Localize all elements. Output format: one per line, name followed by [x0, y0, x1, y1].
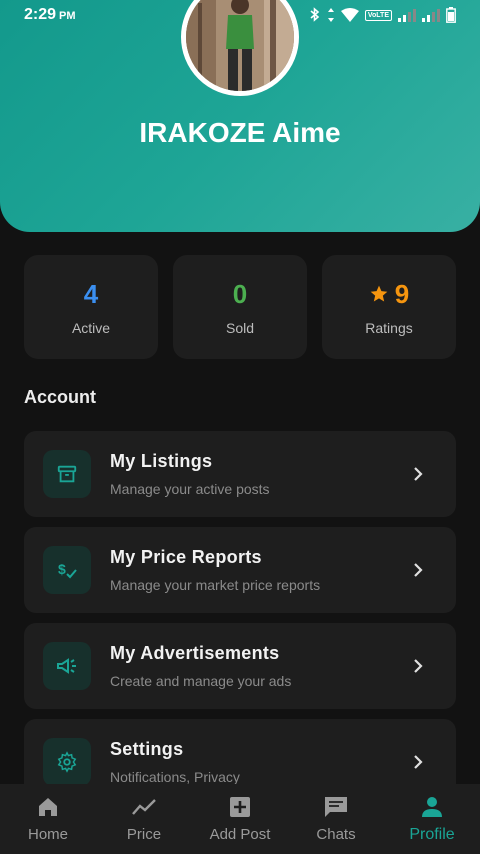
stat-ratings-row: 9: [369, 279, 409, 310]
status-icons: VoLTE: [309, 7, 456, 23]
account-section-title: Account: [24, 387, 96, 407]
nav-home-label: Home: [27, 826, 68, 843]
stat-card-ratings[interactable]: 9 Ratings: [322, 255, 456, 359]
nav-price-label: Price: [126, 826, 162, 843]
menu-item-my-price-reports[interactable]: $ My Price Reports Manage your market pr…: [24, 527, 456, 613]
menu-subtitle: Manage your market price reports: [110, 577, 321, 593]
stat-active-label: Active: [71, 319, 111, 336]
bluetooth-icon: [310, 7, 320, 22]
stat-card-active[interactable]: 4 Active: [24, 255, 158, 359]
price-check-icon: $: [43, 546, 91, 594]
nav-price[interactable]: Price: [96, 784, 192, 854]
data-arrows-icon: [327, 8, 334, 22]
wifi-icon: [340, 8, 359, 22]
trending-line-icon: [132, 799, 156, 815]
battery-icon: [446, 7, 456, 23]
menu-subtitle: Manage your active posts: [110, 481, 270, 497]
chat-bubble-icon: [325, 797, 347, 817]
stat-card-sold[interactable]: 0 Sold: [173, 255, 307, 359]
nav-home[interactable]: Home: [0, 784, 96, 854]
menu-item-my-advertisements[interactable]: My Advertisements Create and manage your…: [24, 623, 456, 709]
stats-row: 4 Active 0 Sold 9 Ratings: [24, 255, 456, 359]
home-icon: [39, 798, 57, 816]
time-text: 2:29: [24, 6, 57, 23]
star-icon: [370, 285, 388, 302]
nav-chats-label: Chats: [316, 826, 356, 843]
avatar-photo: [186, 0, 294, 91]
nav-chats[interactable]: Chats: [288, 784, 384, 854]
menu-title: My Price Reports: [110, 547, 262, 567]
ampm-text: PM: [59, 10, 76, 22]
menu-title: My Advertisements: [110, 643, 280, 663]
svg-text:$: $: [58, 561, 66, 577]
megaphone-icon: [43, 642, 91, 690]
archive-box-icon: [43, 450, 91, 498]
stat-sold-value: 0: [232, 278, 248, 309]
nav-add-post[interactable]: Add Post: [192, 784, 288, 854]
stat-sold-label: Sold: [225, 319, 255, 336]
chevron-right-icon: [412, 658, 424, 674]
menu-subtitle: Notifications, Privacy: [110, 769, 240, 785]
person-icon: [422, 796, 442, 817]
nav-profile[interactable]: Profile: [384, 784, 480, 854]
nav-add-post-label: Add Post: [209, 826, 271, 843]
menu-item-my-listings[interactable]: My Listings Manage your active posts: [24, 431, 456, 517]
menu-title: Settings: [110, 739, 184, 759]
stat-active-value: 4: [83, 278, 99, 309]
stat-ratings-label: Ratings: [365, 319, 413, 336]
status-time: 2:29 PM: [24, 6, 76, 24]
bottom-navigation: Home Price Add Post Chats Profile: [0, 784, 480, 854]
chevron-right-icon: [412, 466, 424, 482]
chevron-right-icon: [412, 562, 424, 578]
add-box-icon: [230, 797, 250, 817]
signal-icon-2: [422, 9, 440, 22]
profile-name: IRAKOZE Aime: [139, 117, 341, 148]
menu-title: My Listings: [110, 451, 213, 471]
menu-subtitle: Create and manage your ads: [110, 673, 292, 689]
volte-badge: VoLTE: [364, 9, 392, 21]
chevron-right-icon: [412, 754, 424, 770]
stat-ratings-value: 9: [394, 278, 410, 309]
nav-profile-label: Profile: [409, 825, 455, 843]
signal-icon: [398, 9, 416, 22]
gear-icon: [43, 738, 91, 786]
